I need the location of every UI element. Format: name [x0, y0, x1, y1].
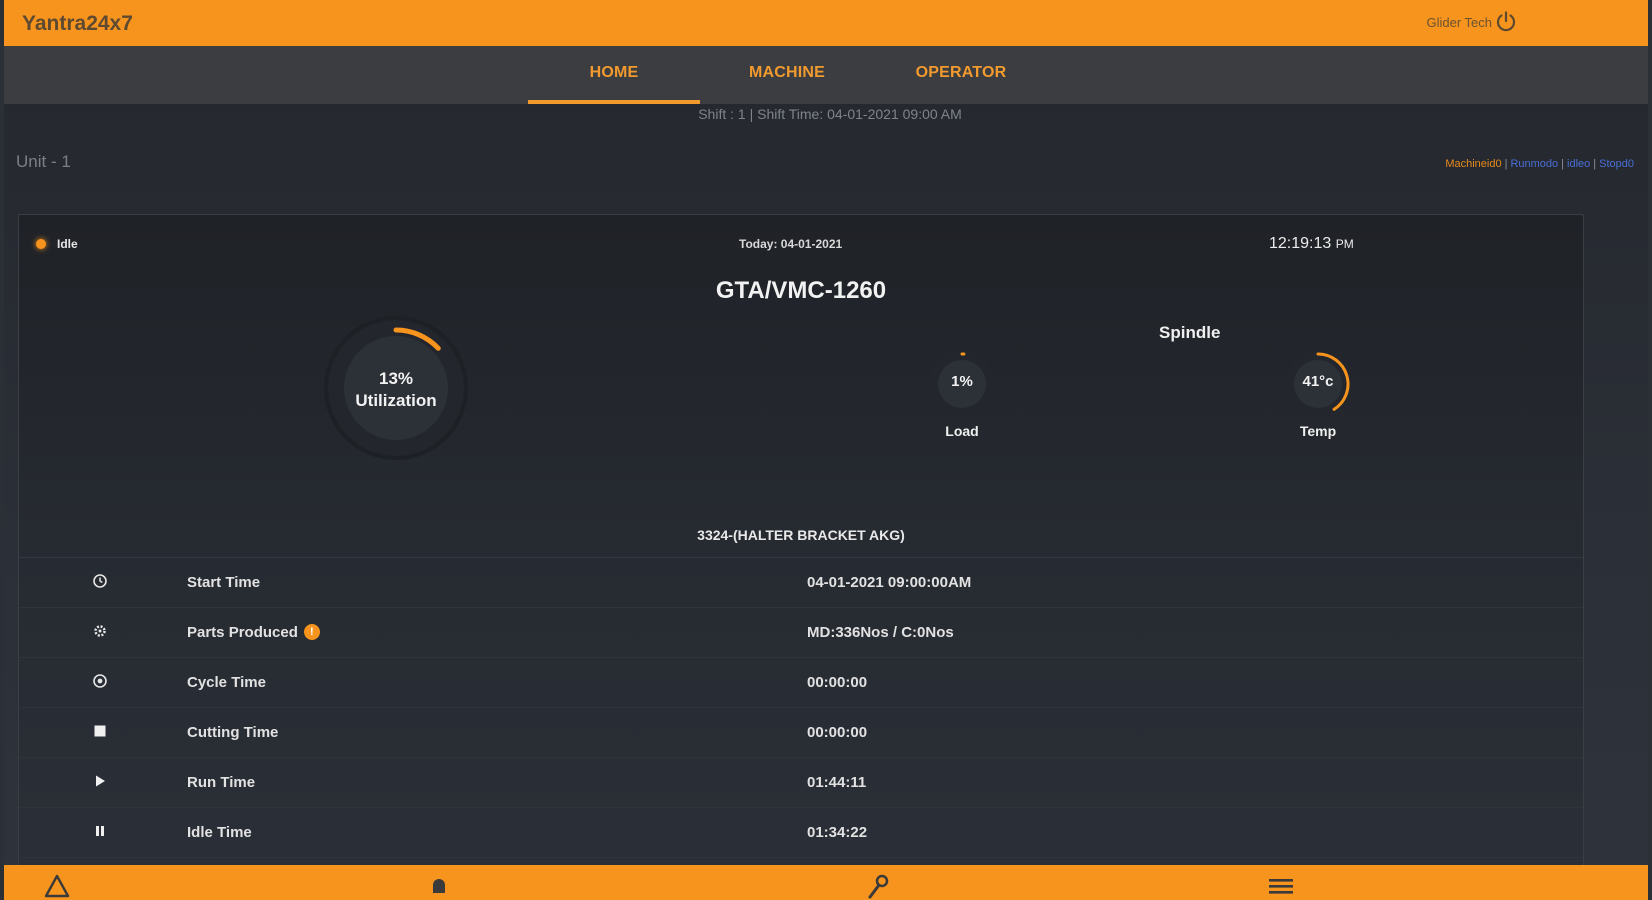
clock-ampm: PM	[1335, 237, 1354, 251]
current-time: 12:19:13 PM	[1269, 235, 1354, 253]
tab-home[interactable]: HOME	[528, 46, 700, 104]
link-runmode[interactable]: Runmodo	[1510, 158, 1558, 170]
bell-icon[interactable]	[424, 871, 454, 900]
temp-value: 41°c	[1302, 373, 1334, 390]
row-label: Parts Produced!	[187, 624, 320, 641]
job-name: 3324-(HALTER BRACKET AKG)	[697, 527, 905, 543]
row-value: 04-01-2021 09:00:00AM	[807, 574, 972, 591]
row-label: Start Time	[187, 574, 261, 591]
info-icon[interactable]: !	[303, 624, 320, 640]
utilization-label: Utilization	[355, 391, 437, 410]
temp-gauge: 41°c	[1283, 349, 1353, 419]
row-value: 01:34:22	[807, 824, 868, 841]
row-value: 00:00:00	[807, 674, 868, 691]
machine-card[interactable]: Idle Today: 04-01-2021 12:19:13 PM GTA/V…	[18, 214, 1584, 900]
user-name: Glider Tech	[1426, 15, 1492, 30]
link-stop[interactable]: Stopd0	[1599, 158, 1634, 170]
table-row: Parts Produced! MD:336Nos / C:0Nos	[19, 608, 1583, 658]
table-row: Cycle Time 00:00:00	[19, 658, 1583, 708]
table-row: Idle Time 01:34:22	[19, 808, 1583, 858]
load-label: Load	[945, 423, 979, 439]
status-indicator	[36, 239, 46, 249]
table-row: Cutting Time 00:00:00	[19, 708, 1583, 758]
row-value: 00:00:00	[807, 724, 868, 741]
parts-produced-label: Parts Produced	[187, 624, 298, 641]
square-icon	[91, 723, 109, 741]
clock-icon	[91, 573, 109, 591]
bottom-nav	[4, 865, 1648, 900]
link-separator: |	[1561, 158, 1565, 170]
shift-info: Shift : 1 | Shift Time: 04-01-2021 09:00…	[698, 106, 962, 122]
pause-icon	[91, 823, 109, 841]
load-gauge: 1%	[927, 349, 997, 419]
machine-links: Machineid0 | Runmodo | idleo | Stopd0	[1445, 158, 1634, 170]
machine-name: GTA/VMC-1260	[715, 277, 887, 304]
temp-label: Temp	[1299, 423, 1337, 439]
utilization-value: 13%	[378, 369, 414, 388]
link-separator: |	[1504, 158, 1508, 170]
top-bar: Yantra24x7 Glider Tech	[4, 0, 1648, 46]
row-value: MD:336Nos / C:0Nos	[807, 624, 954, 641]
status-text: Idle	[57, 237, 78, 251]
row-label: Cycle Time	[187, 674, 266, 691]
utilization-gauge: 13% Utilization	[321, 313, 471, 463]
row-label: Run Time	[187, 774, 256, 791]
warning-icon[interactable]	[42, 871, 72, 900]
today-date: Today: 04-01-2021	[739, 237, 843, 251]
power-icon[interactable]	[1494, 10, 1518, 34]
menu-icon[interactable]	[1266, 871, 1296, 900]
tab-machine[interactable]: MACHINE	[736, 46, 838, 104]
unit-title: Unit - 1	[16, 152, 71, 171]
link-machineid[interactable]: Machineid0	[1445, 158, 1501, 170]
clock-time: 12:19:13	[1269, 235, 1332, 252]
app-title: Yantra24x7	[22, 12, 133, 35]
details-table: Start Time 04-01-2021 09:00:00AM Parts P…	[19, 557, 1583, 858]
load-value: 1%	[951, 373, 973, 390]
link-idle[interactable]: idleo	[1567, 158, 1590, 170]
wrench-icon[interactable]	[862, 871, 892, 900]
link-separator: |	[1593, 158, 1597, 170]
row-label: Cutting Time	[187, 724, 279, 741]
tab-operator[interactable]: OPERATOR	[906, 46, 1016, 104]
table-row: Run Time 01:44:11	[19, 758, 1583, 808]
table-row: Start Time 04-01-2021 09:00:00AM	[19, 558, 1583, 608]
main-nav: HOME MACHINE OPERATOR	[4, 46, 1648, 104]
app-frame: Yantra24x7 Glider Tech HOME MACHINE OPER…	[4, 0, 1648, 900]
row-value: 01:44:11	[807, 774, 867, 791]
play-icon	[91, 773, 109, 791]
timer-icon	[91, 673, 109, 691]
gear-icon	[91, 623, 109, 641]
row-label: Idle Time	[187, 824, 252, 841]
spindle-title: Spindle	[1159, 323, 1221, 342]
